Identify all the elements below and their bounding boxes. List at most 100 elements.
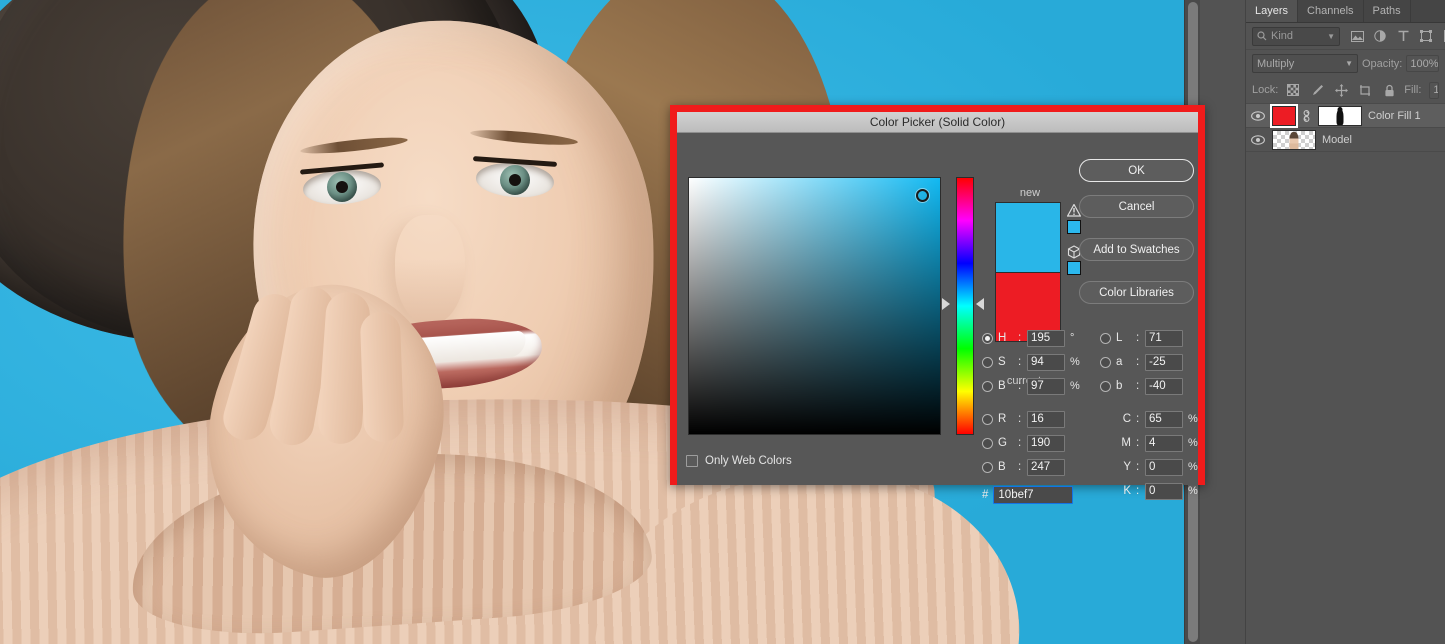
adjustment-layer-icon[interactable] [1373,29,1387,43]
color-picker-dialog[interactable]: Color Picker (Solid Color) new current O… [670,105,1205,504]
field-row-r[interactable]: R : 16 [982,407,1090,431]
label-h: H [998,332,1007,344]
lab-cmyk-column: L : 71 a : -25 b : -40 C: 65 % M: 4 % … [1100,326,1208,503]
input-k[interactable]: 0 [1145,482,1183,500]
layer-mask-thumbnail[interactable] [1318,105,1362,126]
layer-name: Model [1322,133,1352,146]
web-safe-color-swatch[interactable] [1067,261,1081,275]
color-libraries-button[interactable]: Color Libraries [1079,281,1194,304]
input-l[interactable]: 71 [1145,329,1183,347]
tab-paths[interactable]: Paths [1364,0,1411,22]
input-s[interactable]: 94 [1027,353,1065,371]
lock-row: Lock: Fill: 100% [1246,77,1445,104]
tab-layers[interactable]: Layers [1246,0,1299,22]
hsb-rgb-column: H : 195 ° S : 94 % B : 97 % R: 16 G: 1… [982,326,1090,507]
hue-slider-marker-right[interactable] [976,298,984,310]
pupil-right [509,174,521,186]
field-row-b-blue[interactable]: B : 247 [982,455,1090,479]
radio-a[interactable] [1100,356,1111,368]
radio-r[interactable] [982,413,993,425]
blend-mode-select[interactable]: Multiply ▼ [1252,54,1358,73]
app-background [1200,0,1245,644]
filter-kind-select[interactable]: Kind ▼ [1252,26,1340,46]
layer-visibility-toggle[interactable] [1250,110,1266,121]
field-row-m[interactable]: M : 4 % [1100,431,1208,455]
input-y[interactable]: 0 [1145,458,1183,476]
lock-transparency-icon[interactable] [1286,83,1300,97]
input-h[interactable]: 195 [1027,329,1065,347]
label-l: L [1116,332,1123,344]
add-to-swatches-button[interactable]: Add to Swatches [1079,238,1194,261]
unit-h: ° [1070,332,1075,344]
hex-input[interactable]: 10bef7 [993,486,1074,504]
radio-g[interactable] [982,437,993,449]
tab-channels[interactable]: Channels [1298,0,1364,22]
value-k: 0 [1149,485,1156,497]
field-row-s[interactable]: S : 94 % [982,350,1090,374]
radio-b-brightness[interactable] [982,380,993,392]
pixel-layer-icon[interactable] [1350,29,1364,43]
input-r[interactable]: 16 [1027,410,1065,428]
only-web-colors-row[interactable]: Only Web Colors [686,455,792,467]
field-row-c[interactable]: C : 65 % [1100,407,1208,431]
input-m[interactable]: 4 [1145,434,1183,452]
input-lab-b[interactable]: -40 [1145,377,1183,395]
input-b-brightness[interactable]: 97 [1027,377,1065,395]
radio-lab-b[interactable] [1100,380,1111,392]
new-color-swatch[interactable] [995,202,1061,272]
layer-thumbnail[interactable] [1272,129,1316,150]
filter-kind-label: Kind [1271,30,1294,42]
field-row-b-brightness[interactable]: B : 97 % [982,374,1090,398]
field-row-h[interactable]: H : 195 ° [982,326,1090,350]
layer-link-icon[interactable] [1302,109,1312,123]
lock-image-icon[interactable] [1310,83,1324,97]
cancel-button-label: Cancel [1118,200,1155,213]
layer-row-color-fill-1[interactable]: Color Fill 1 [1246,103,1445,128]
input-c[interactable]: 65 [1145,410,1183,428]
chevron-down-icon[interactable]: ▼ [1327,32,1335,41]
label-y: Y [1123,461,1131,473]
type-layer-icon[interactable] [1396,29,1410,43]
new-color-label: new [1019,187,1041,199]
fill-label: Fill: [1404,84,1422,96]
dialog-title-bar[interactable]: Color Picker (Solid Color) [677,112,1198,133]
dialog-title: Color Picker (Solid Color) [869,115,1006,129]
layer-row-model[interactable]: Model [1246,128,1445,152]
saturation-brightness-field[interactable] [688,177,941,435]
radio-s[interactable] [982,356,993,368]
input-g[interactable]: 190 [1027,434,1065,452]
radio-h[interactable] [982,332,993,344]
input-b-blue[interactable]: 247 [1027,458,1065,476]
finger [359,311,405,443]
hue-slider-marker-left[interactable] [942,298,950,310]
opacity-input[interactable]: 100% [1406,55,1439,72]
hue-slider[interactable] [956,177,974,435]
label-g: G [998,437,1007,449]
in-gamut-color-swatch[interactable] [1067,220,1081,234]
label-s: S [998,356,1006,368]
shape-layer-icon[interactable] [1419,29,1433,43]
field-row-g[interactable]: G : 190 [982,431,1090,455]
radio-l[interactable] [1100,332,1111,344]
only-web-colors-checkbox[interactable] [686,455,698,467]
layer-color-swatch[interactable] [1270,103,1298,128]
lock-all-icon[interactable] [1382,83,1396,97]
radio-b-blue[interactable] [982,461,993,473]
field-row-y[interactable]: Y : 0 % [1100,455,1208,479]
panel-tab-bar: Layers Channels Paths [1246,0,1445,23]
field-row-k[interactable]: K : 0 % [1100,479,1208,503]
input-a[interactable]: -25 [1145,353,1183,371]
fill-input[interactable]: 100% [1429,81,1439,99]
hex-row[interactable]: # 10bef7 [982,483,1090,507]
layer-visibility-toggle[interactable] [1250,134,1266,145]
field-row-lab-b[interactable]: b : -40 [1100,374,1208,398]
chevron-down-icon[interactable]: ▼ [1345,59,1353,68]
lock-position-icon[interactable] [1334,83,1348,97]
cancel-button[interactable]: Cancel [1079,195,1194,218]
color-field-cursor[interactable] [916,189,929,202]
field-row-a[interactable]: a : -25 [1100,350,1208,374]
lock-artboard-icon[interactable] [1358,83,1372,97]
field-row-l[interactable]: L : 71 [1100,326,1208,350]
value-b-brightness: 97 [1031,380,1044,392]
ok-button[interactable]: OK [1079,159,1194,182]
